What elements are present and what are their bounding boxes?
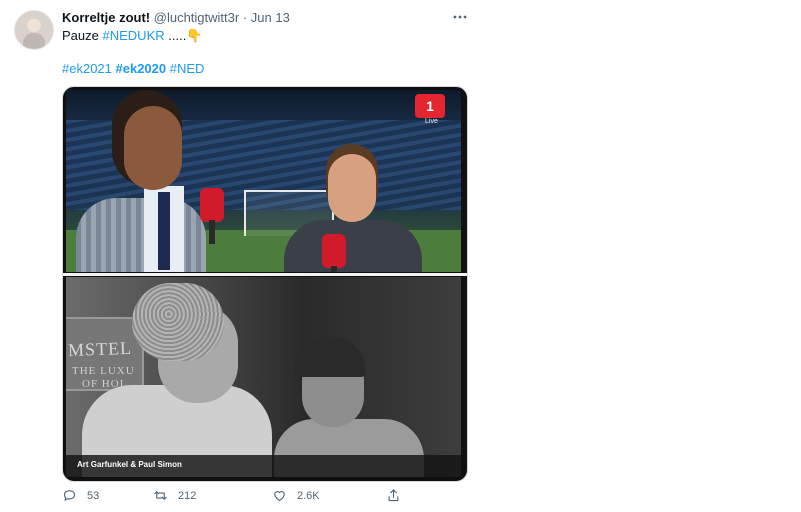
- microphone-icon: [322, 234, 346, 272]
- more-icon[interactable]: [451, 8, 469, 26]
- reply-icon: [63, 490, 76, 501]
- text-suffix: .....: [168, 28, 187, 43]
- live-label: Live: [425, 118, 438, 125]
- tv-broadcast-photo: 1 Live: [66, 90, 461, 272]
- tweet-header: Korreltje zout! @luchtigtwitt3r · Jun 13: [62, 10, 290, 25]
- pointing-down-emoji: 👇: [186, 28, 203, 43]
- avatar[interactable]: [14, 10, 54, 50]
- like-count: 2.6K: [297, 489, 320, 502]
- tweet[interactable]: Korreltje zout! @luchtigtwitt3r · Jun 13…: [0, 0, 801, 512]
- tweet-text: Pauze #NEDUKR .....👇: [62, 28, 203, 44]
- black-white-photo: MSTEL THE LUXU OF HOL Art Garfunkel & Pa…: [66, 277, 461, 477]
- tweet-media[interactable]: 1 Live MSTEL THE LUXU OF HOL Art Garfunk…: [62, 86, 468, 482]
- separator: ·: [242, 10, 248, 25]
- hotel-sign-sub1: THE LUXU: [72, 365, 135, 377]
- tweet-date[interactable]: Jun 13: [251, 10, 290, 25]
- like-button[interactable]: 2.6K: [272, 488, 320, 503]
- collage-divider: [63, 273, 467, 276]
- share-button[interactable]: [386, 488, 411, 503]
- hashtag-ek2021[interactable]: #ek2021: [62, 61, 112, 76]
- man-left-hair: [132, 283, 224, 361]
- reply-count: 53: [87, 489, 100, 502]
- share-icon: [388, 489, 399, 502]
- hashtag-ek2020[interactable]: #ek2020: [116, 61, 167, 76]
- retweet-count: 212: [178, 489, 197, 502]
- presenter-left-tie: [158, 192, 170, 270]
- microphone-icon: [200, 188, 224, 244]
- photo-caption: Art Garfunkel & Paul Simon: [77, 460, 182, 469]
- display-name[interactable]: Korreltje zout!: [62, 10, 150, 25]
- tweet-actions: 53 212 2.6K: [62, 488, 422, 508]
- reply-button[interactable]: 53: [62, 488, 99, 503]
- hashtag-ned[interactable]: #NED: [170, 61, 205, 76]
- like-icon: [274, 491, 285, 502]
- handle[interactable]: @luchtigtwitt3r: [154, 10, 239, 25]
- man-right-hair: [294, 337, 366, 377]
- hotel-sign-text: MSTEL: [67, 337, 133, 361]
- presenter-right-head: [328, 154, 376, 222]
- presenter-right-body: [284, 220, 422, 272]
- presenter-left-body: [76, 198, 206, 272]
- channel-logo: 1: [415, 94, 445, 118]
- hashtag-line: #ek2021 #ek2020 #NED: [62, 61, 204, 76]
- retweet-button[interactable]: 212: [153, 488, 196, 503]
- hashtag-nedukr[interactable]: #NEDUKR: [103, 28, 165, 43]
- retweet-icon: [154, 491, 167, 500]
- presenter-left-head: [124, 106, 182, 190]
- text-prefix: Pauze: [62, 28, 99, 43]
